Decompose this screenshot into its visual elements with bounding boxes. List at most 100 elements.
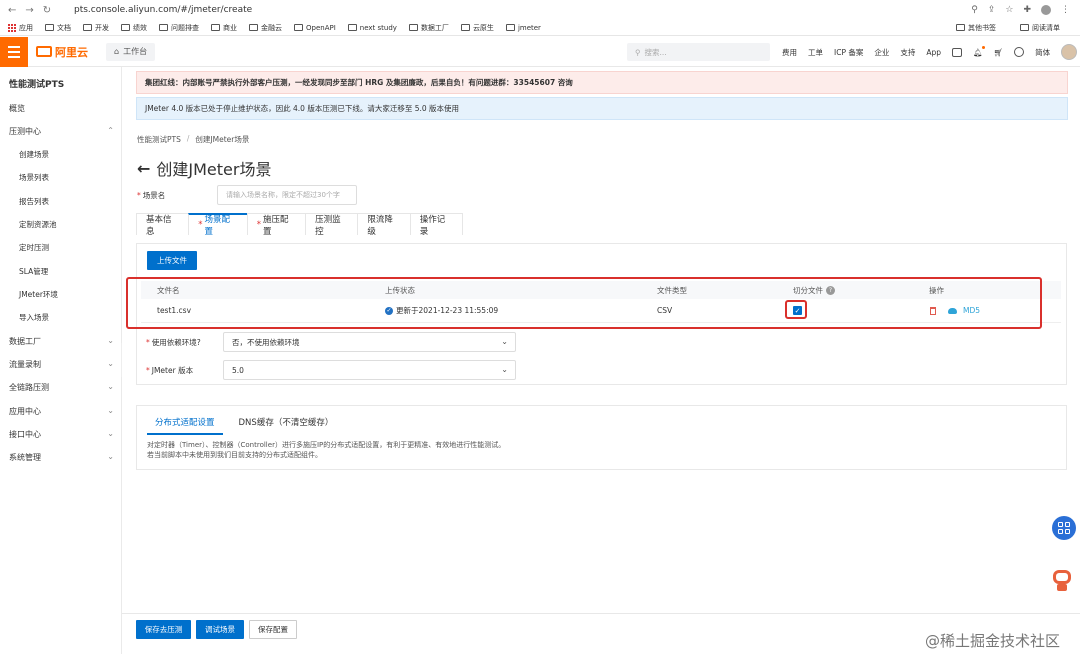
nav-billing[interactable]: 费用: [782, 47, 797, 58]
page-header: ← 创建JMeter场景: [137, 156, 271, 180]
floating-apps-icon[interactable]: [1052, 516, 1076, 540]
bookmark-folder[interactable]: 开发: [83, 23, 109, 33]
jmeter-version-select[interactable]: 5.0 ⌄: [223, 360, 516, 380]
sidebar-item-resource-pool[interactable]: 定制资源池: [19, 219, 57, 230]
console-topbar: 阿里云 ⌂ 工作台 ⚲ 搜索... 费用 工单 ICP 备案 企业 支持 App…: [0, 36, 1080, 67]
workbench-button[interactable]: ⌂ 工作台: [106, 42, 156, 61]
bookmark-folder[interactable]: 商业: [211, 23, 237, 33]
zoom-icon[interactable]: ⚲: [971, 5, 978, 15]
sidebar-item-app-center[interactable]: 应用中心 ⌄: [9, 406, 114, 417]
dependency-env-select[interactable]: 否，不使用依赖环境 ⌄: [223, 332, 516, 352]
required-mark: *: [198, 220, 203, 230]
star-icon[interactable]: ☆: [1005, 5, 1013, 15]
apps-grid-icon: [8, 23, 16, 32]
bookmark-folder[interactable]: 云原生: [460, 23, 494, 33]
url-text[interactable]: pts.console.aliyun.com/#/jmeter/create: [74, 5, 252, 15]
share-icon[interactable]: ⇪: [988, 5, 996, 15]
bookmark-folder[interactable]: 文档: [45, 23, 71, 33]
tab-distributed-adapt[interactable]: 分布式适配设置: [147, 414, 223, 435]
reading-list[interactable]: 阅读清单: [1020, 23, 1060, 33]
col-actions: 操作: [929, 285, 944, 295]
bookmark-folder[interactable]: 数据工厂: [408, 23, 449, 33]
split-file-checkbox[interactable]: ✓: [793, 306, 802, 315]
tab-operation-log[interactable]: 操作记录: [409, 213, 463, 237]
forward-arrow-icon[interactable]: →: [25, 5, 33, 16]
nav-support[interactable]: 支持: [900, 47, 915, 58]
search-input[interactable]: ⚲ 搜索...: [627, 43, 770, 61]
sidebar-item-overview[interactable]: 概览: [9, 103, 114, 114]
tab-monitoring[interactable]: 压测监控: [305, 213, 359, 237]
save-and-test-button[interactable]: 保存去压测: [136, 620, 191, 639]
lang-switch[interactable]: 简体: [1035, 47, 1050, 58]
bookmark-folder[interactable]: 问题排查: [159, 23, 199, 33]
file-card: 上传文件 文件名 上传状态 文件类型 切分文件 ? 操作 test1.csv ✓…: [136, 243, 1067, 385]
bookmark-folder[interactable]: OpenAPI: [294, 24, 336, 32]
aliyun-logo[interactable]: 阿里云: [36, 44, 88, 60]
sidebar-item-create-scene[interactable]: 创建场景: [19, 149, 49, 160]
folder-icon: [45, 24, 54, 31]
sidebar-item-full-link[interactable]: 全链路压测 ⌄: [9, 382, 114, 393]
back-arrow-icon[interactable]: ←: [8, 5, 16, 16]
question-icon[interactable]: ?: [826, 285, 835, 295]
split-file-cell: ✓: [793, 299, 802, 322]
sidebar-item-scene-list[interactable]: 场景列表: [19, 172, 49, 183]
bookmark-other[interactable]: 其他书签: [956, 23, 996, 33]
menu-toggle-icon[interactable]: [0, 36, 28, 67]
nav-enterprise[interactable]: 企业: [874, 47, 889, 58]
save-config-button[interactable]: 保存配置: [249, 620, 297, 639]
sidebar-item-import-scene[interactable]: 导入场景: [19, 312, 49, 323]
debug-scene-button[interactable]: 调试场景: [196, 620, 244, 639]
aliyun-mark-icon: [36, 46, 52, 57]
sidebar-item-sla[interactable]: SLA管理: [19, 266, 48, 277]
bookmark-folder[interactable]: next study: [347, 24, 397, 32]
back-arrow-icon[interactable]: ←: [137, 159, 150, 178]
bookmark-folder[interactable]: 金融云: [249, 23, 282, 33]
sidebar-item-data-factory[interactable]: 数据工厂 ⌄: [9, 336, 114, 347]
nav-icp[interactable]: ICP 备案: [834, 47, 863, 58]
folder-icon: [347, 24, 357, 31]
file-table-header: 文件名 上传状态 文件类型 切分文件 ? 操作: [141, 281, 1061, 299]
sidebar-item-api-center[interactable]: 接口中心 ⌄: [9, 429, 114, 440]
scene-name-input[interactable]: 请输入场景名称，限定不超过30个字: [217, 185, 357, 205]
sidebar-item-traffic-record[interactable]: 流量录制 ⌄: [9, 359, 114, 370]
breadcrumb-separator: /: [186, 134, 190, 143]
distributed-tabs: 分布式适配设置 DNS缓存（不清空缓存）: [147, 414, 341, 435]
scene-name-label: * 场景名: [137, 191, 166, 200]
profile-icon[interactable]: [1041, 5, 1051, 15]
nav-app[interactable]: App: [926, 48, 941, 57]
bookmark-folder[interactable]: jmeter: [505, 24, 541, 32]
main-content: 集团红线：内部账号严禁执行外部客户压测，一经发现同步至部门 HRG 及集团廉政，…: [122, 67, 1080, 654]
sidebar-item-jmeter-env[interactable]: JMeter环境: [19, 289, 58, 300]
tab-dns-cache[interactable]: DNS缓存（不清空缓存）: [231, 414, 342, 435]
delete-icon[interactable]: [930, 306, 936, 315]
tab-scene-config[interactable]: * 场景配置: [188, 213, 248, 237]
bookmark-folder[interactable]: 绩效: [121, 23, 147, 33]
sidebar-item-system[interactable]: 系统管理 ⌄: [9, 452, 114, 463]
reading-list-icon: [1020, 24, 1029, 31]
sidebar-item-report-list[interactable]: 报告列表: [19, 196, 49, 207]
cart-icon[interactable]: 🛒︎: [994, 48, 1004, 57]
tab-basic-info[interactable]: 基本信息: [136, 213, 190, 237]
extensions-icon[interactable]: ✚: [1023, 5, 1031, 15]
bell-icon[interactable]: 🔔︎: [973, 45, 985, 57]
help-icon[interactable]: [1014, 47, 1025, 57]
table-row: test1.csv ✓ 更新于2021-12-23 11:55:09 CSV ✓…: [141, 299, 1061, 323]
bookmark-apps[interactable]: 应用: [8, 23, 33, 33]
terminal-icon[interactable]: [952, 47, 963, 57]
sidebar-item-pressure-center[interactable]: 压测中心 ⌃: [9, 126, 114, 137]
tab-rate-limit[interactable]: 限流降级: [357, 213, 411, 237]
tab-load-config[interactable]: * 施压配置: [246, 213, 307, 237]
sidebar-item-scheduled[interactable]: 定时压测: [19, 242, 49, 253]
reload-icon[interactable]: ↻: [43, 5, 51, 16]
assistant-robot-icon[interactable]: [1051, 566, 1073, 592]
folder-icon: [408, 24, 418, 31]
upload-file-button[interactable]: 上传文件: [147, 251, 197, 270]
cloud-download-icon[interactable]: [948, 307, 957, 314]
col-split-file: 切分文件 ?: [793, 281, 835, 299]
chevron-down-icon: ⌄: [107, 406, 114, 415]
menu-icon[interactable]: ⋮: [1061, 5, 1070, 15]
md5-link[interactable]: MD5: [963, 306, 980, 315]
breadcrumb-pts[interactable]: 性能测试PTS: [137, 134, 181, 145]
user-avatar[interactable]: [1061, 44, 1078, 60]
nav-tickets[interactable]: 工单: [808, 47, 823, 58]
